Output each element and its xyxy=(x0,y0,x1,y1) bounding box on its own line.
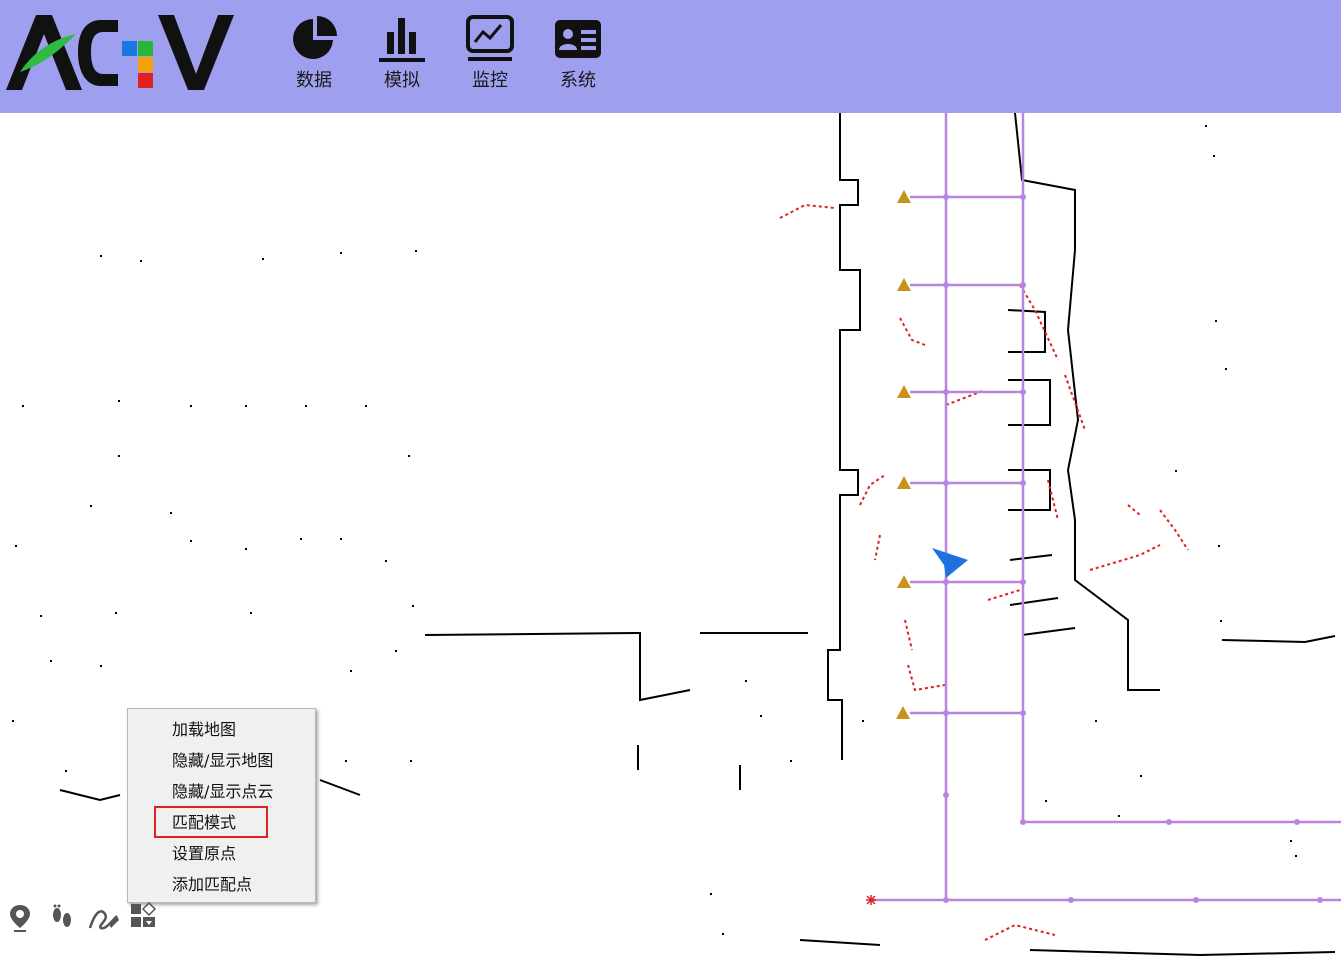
agv-robot-marker[interactable] xyxy=(932,548,968,578)
top-nav-bar: 数据 模拟 监控 系统 xyxy=(0,0,1341,113)
station-marker xyxy=(897,476,911,489)
pie-chart-icon xyxy=(293,16,337,59)
station-marker xyxy=(897,190,911,203)
agv-logo xyxy=(6,15,234,90)
draw-path-tool[interactable] xyxy=(87,902,119,934)
nav-data-label: 数据 xyxy=(296,70,332,91)
station-marker xyxy=(897,385,911,398)
map-pin-tool[interactable] xyxy=(5,902,35,934)
point-cloud xyxy=(779,203,1189,941)
nav-system-label: 系统 xyxy=(560,70,596,91)
origin-marker xyxy=(866,895,876,905)
monitor-chart-icon xyxy=(466,15,514,61)
map-pin-icon xyxy=(10,905,30,932)
nav-monitor-label: 监控 xyxy=(472,70,508,91)
layers-menu-icon xyxy=(131,901,157,927)
station-marker xyxy=(896,706,910,719)
nav-data[interactable]: 数据 xyxy=(279,14,349,94)
context-menu: 加载地图 隐藏/显示地图 隐藏/显示点云 匹配模式 设置原点 添加匹配点 xyxy=(127,708,316,903)
menu-item-add-match-point[interactable]: 添加匹配点 xyxy=(172,872,252,898)
nav-monitor[interactable]: 监控 xyxy=(455,14,525,94)
station-marker xyxy=(897,278,911,291)
menu-item-toggle-map[interactable]: 隐藏/显示地图 xyxy=(172,748,273,774)
nav-simulation-label: 模拟 xyxy=(384,70,420,91)
nav-system[interactable]: 系统 xyxy=(543,14,613,94)
map-toolbar xyxy=(5,901,165,936)
layers-menu-tool[interactable] xyxy=(129,901,159,934)
menu-item-load-map[interactable]: 加载地图 xyxy=(172,717,236,743)
station-marker xyxy=(897,575,911,588)
menu-item-match-mode[interactable]: 匹配模式 xyxy=(172,810,236,836)
route-nodes xyxy=(943,194,1323,903)
menu-item-toggle-point-cloud[interactable]: 隐藏/显示点云 xyxy=(172,779,273,805)
id-card-icon xyxy=(555,20,601,58)
nav-simulation[interactable]: 模拟 xyxy=(367,14,437,94)
menu-item-set-origin[interactable]: 设置原点 xyxy=(172,841,236,867)
draw-path-icon xyxy=(88,910,119,930)
footprints-icon xyxy=(53,904,71,927)
bar-chart-icon xyxy=(379,18,425,62)
route-network xyxy=(870,113,1341,902)
footprint-tool[interactable] xyxy=(47,902,77,934)
